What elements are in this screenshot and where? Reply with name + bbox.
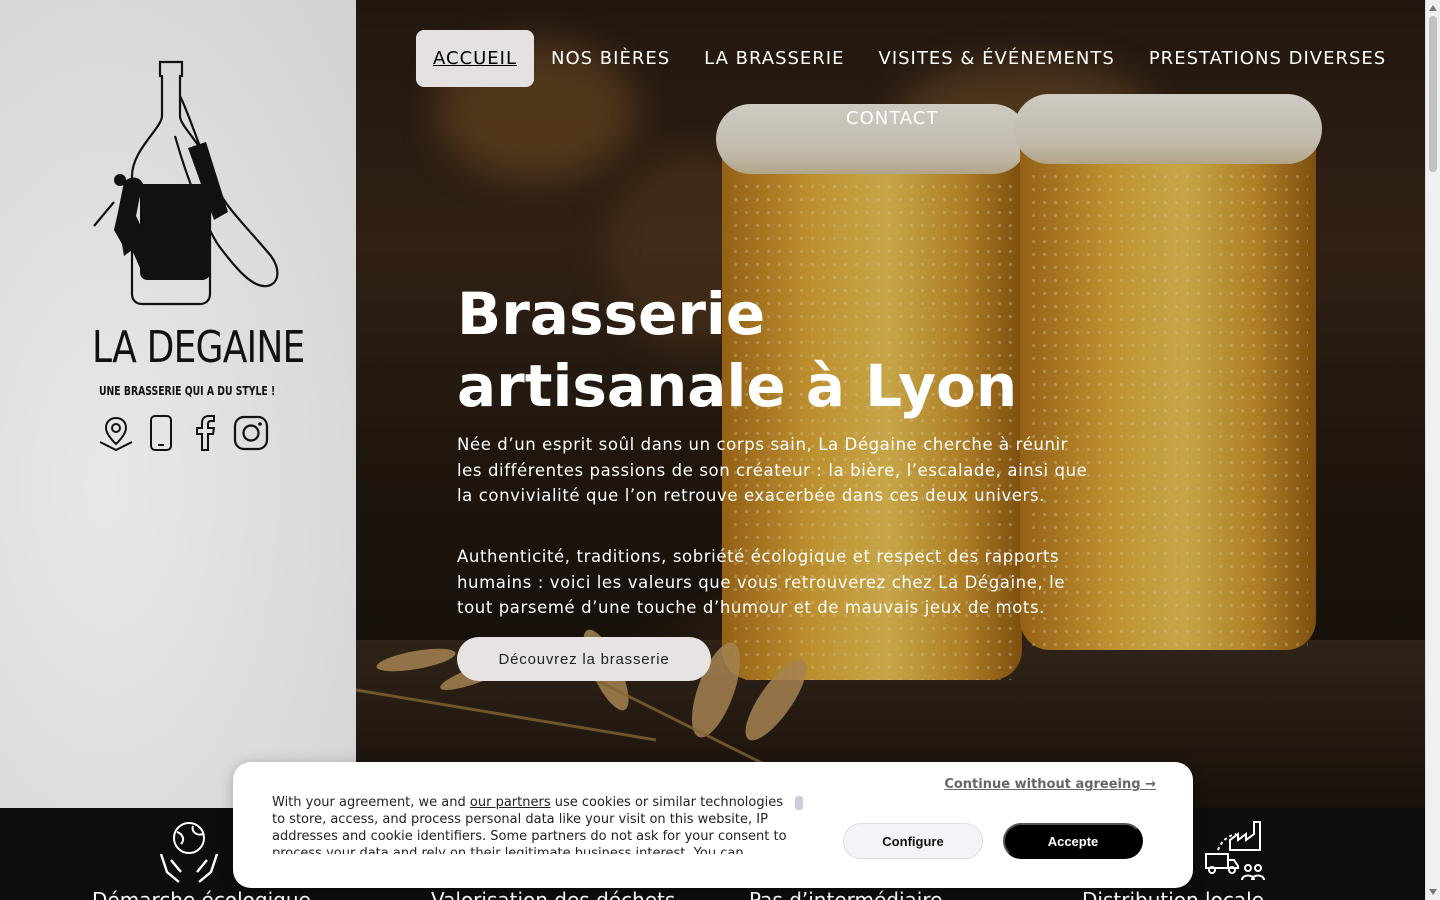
cookie-consent-banner: With your agreement, we and our partners… xyxy=(233,762,1193,888)
cookie-text-scrollbar[interactable] xyxy=(795,796,803,810)
feature-label-ecologie: Démarche écologique xyxy=(92,888,311,900)
nav-item-visites-evenements[interactable]: VISITES & ÉVÉNEMENTS xyxy=(862,30,1132,87)
instagram-icon[interactable] xyxy=(233,414,269,452)
nav-item-accueil[interactable]: ACCUEIL xyxy=(416,30,535,87)
nav-item-la-brasserie[interactable]: LA BRASSERIE xyxy=(687,30,861,87)
feature-label-intermediaire: Pas d’intermédiaire xyxy=(749,888,943,900)
nav-item-prestations-diverses[interactable]: PRESTATIONS DIVERSES xyxy=(1132,30,1403,87)
accept-button[interactable]: Accepte xyxy=(1003,823,1143,859)
continue-without-agreeing-link[interactable]: Continue without agreeing → xyxy=(944,777,1156,792)
main-nav: ACCUEIL NOS BIÈRES LA BRASSERIE VISITES … xyxy=(416,30,1385,129)
our-partners-link[interactable]: our partners xyxy=(470,795,551,810)
hero-paragraph-2: Authenticité, traditions, sobriété écolo… xyxy=(457,547,1066,617)
scroll-thumb[interactable] xyxy=(1429,16,1437,172)
facebook-icon[interactable] xyxy=(188,414,224,452)
scroll-down-arrow-icon[interactable] xyxy=(1429,889,1437,895)
configure-button[interactable]: Configure xyxy=(843,823,983,859)
delivery-factory-icon xyxy=(1205,821,1265,881)
location-pin-icon[interactable] xyxy=(98,414,134,452)
nav-item-nos-bieres[interactable]: NOS BIÈRES xyxy=(534,30,687,87)
discover-brewery-button[interactable]: Découvrez la brasserie xyxy=(457,637,711,681)
nav-item-contact[interactable]: CONTACT xyxy=(829,90,955,147)
scroll-up-arrow-icon[interactable] xyxy=(1429,5,1437,11)
brand-tagline: UNE BRASSERIE QUI A DU STYLE ! xyxy=(99,384,276,398)
social-links xyxy=(98,414,269,452)
hero-title: Brasserie artisanale à Lyon xyxy=(457,280,1018,420)
feature-label-distribution: Distribution locale xyxy=(1082,888,1264,900)
brand-logo[interactable] xyxy=(80,56,290,306)
globe-hands-icon xyxy=(159,822,219,883)
hero-paragraph-1: Née d’un esprit soûl dans un corps sain,… xyxy=(457,435,1088,505)
page-scrollbar[interactable] xyxy=(1425,0,1440,900)
brand-name: LA DEGAINE xyxy=(92,322,305,373)
phone-icon[interactable] xyxy=(143,414,179,452)
cookie-consent-text: With your agreement, we and our partners… xyxy=(272,795,787,854)
feature-label-dechets: Valorisation des déchets xyxy=(431,888,676,900)
sidebar: LA DEGAINE UNE BRASSERIE QUI A DU STYLE … xyxy=(0,0,356,808)
